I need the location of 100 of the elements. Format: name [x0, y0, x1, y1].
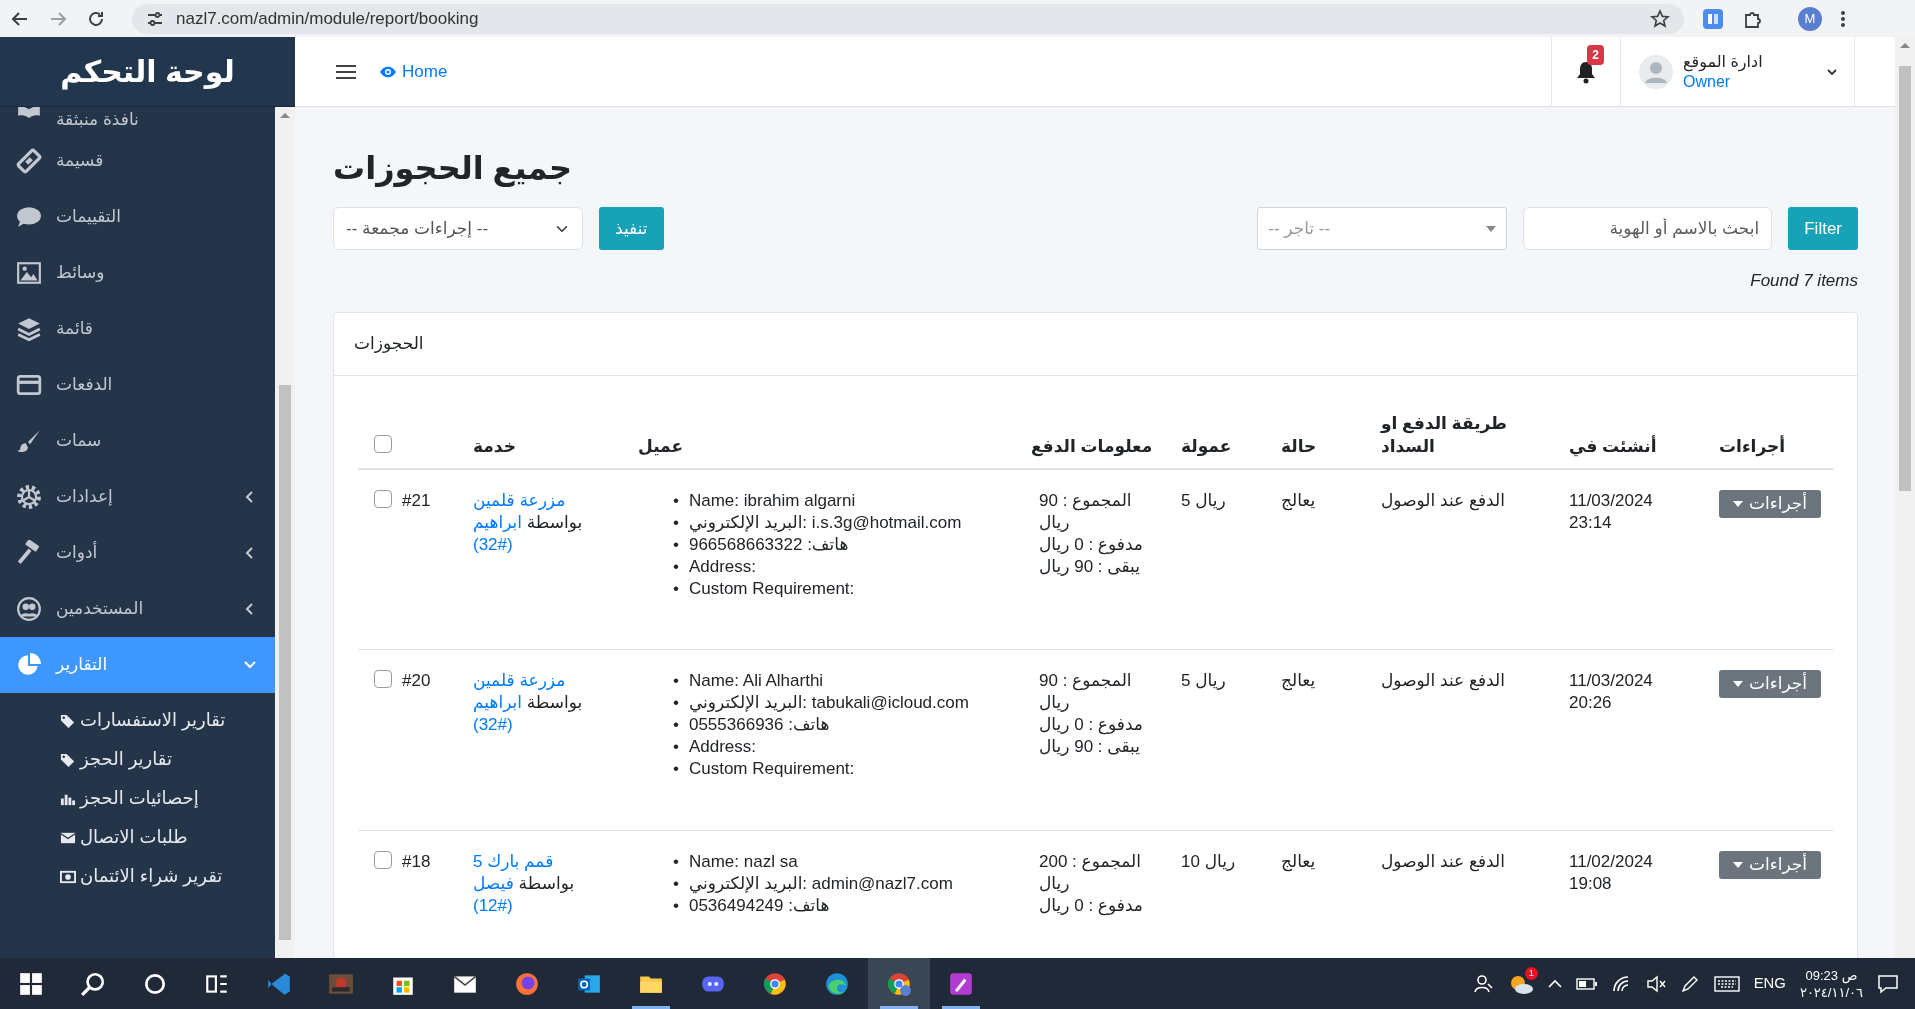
bullet: •: [673, 533, 679, 556]
bullet: •: [673, 895, 679, 918]
speaker-muted-icon[interactable]: [1645, 974, 1666, 993]
column-header: عميل: [638, 436, 684, 456]
search-icon: [80, 970, 106, 997]
profile-avatar[interactable]: M: [1798, 6, 1822, 31]
sidebar-title: لوحة التحكم: [0, 37, 295, 107]
vendor-id-link[interactable]: (12#): [473, 896, 513, 916]
payment-method-text: الدفع عند الوصول: [1381, 852, 1505, 872]
column-header: أجراءات: [1719, 436, 1786, 456]
column-header: خدمة: [473, 436, 516, 456]
status-text: يعالج: [1281, 852, 1316, 872]
credit-card-icon: [16, 372, 42, 398]
home-link[interactable]: Home: [379, 58, 448, 85]
sidebar-item[interactable]: أدوات: [0, 525, 275, 581]
payment-line: مدفوع : 0 ريال: [1039, 714, 1144, 737]
sidebar-subitem[interactable]: طلبات الاتصال: [0, 818, 275, 857]
customer-detail: Address:: [688, 736, 757, 759]
user-name: ادارة الموقع: [1683, 51, 1764, 72]
people-icon[interactable]: [1473, 973, 1494, 994]
column-header: أنشئت في: [1569, 436, 1657, 456]
sidebar-item[interactable]: المستخدمين: [0, 581, 275, 637]
caret-icon: [1733, 862, 1743, 869]
speech-bubble-icon: [16, 204, 42, 230]
date-text: 11/03/2024: [1569, 670, 1653, 693]
service-link[interactable]: مزرعة قلمين: [473, 490, 566, 510]
vendor-id-link[interactable]: (32#): [473, 534, 513, 554]
sidebar-subitem[interactable]: إحصائيات الحجز: [0, 779, 275, 818]
extension-icon[interactable]: [1702, 7, 1724, 30]
chevron-up-icon[interactable]: [1547, 978, 1562, 989]
sidebar-subitem[interactable]: تقرير شراء الائتمان: [0, 857, 275, 896]
book-icon: [16, 107, 42, 119]
battery-icon[interactable]: [1575, 977, 1598, 990]
money-bill-icon: [60, 868, 76, 885]
clock[interactable]: 09:23 ص ٢٠٢٤/١١/٠٦: [1799, 966, 1863, 1001]
commission-text: ريال 5: [1181, 490, 1226, 510]
language-indicator[interactable]: ENG: [1753, 972, 1786, 995]
sidebar-subitem[interactable]: تقارير الحجز: [0, 740, 275, 779]
vendor-line: بواسطة ابراهيم: [473, 511, 583, 534]
customer-detail: البريد الإلكتروني: i.s.3g@hotmail.com: [688, 511, 962, 534]
row-checkbox[interactable]: [374, 670, 392, 689]
column-header: حالة: [1281, 436, 1317, 456]
bullet: •: [673, 873, 679, 896]
payment-method-text: الدفع عند الوصول: [1381, 490, 1505, 510]
address-bar[interactable]: nazl7.com/admin/module/report/booking: [132, 3, 1684, 34]
actions-button[interactable]: أجراءات: [1719, 670, 1822, 699]
booking-id: #20: [402, 671, 431, 691]
sidebar-item[interactable]: إعدادات: [0, 469, 275, 525]
windows-icon: [18, 970, 44, 997]
notification-icon[interactable]: [1877, 973, 1899, 994]
bullet: •: [673, 714, 679, 737]
page-title: جميع الحجوزات: [333, 149, 574, 188]
bell-icon[interactable]: [1575, 59, 1597, 84]
bullet: •: [673, 736, 679, 759]
actions-button[interactable]: أجراءات: [1719, 489, 1822, 518]
scrollbar[interactable]: [1895, 37, 1915, 958]
payment-line: يبقى : 90 ريال: [1039, 736, 1141, 759]
row-checkbox[interactable]: [374, 851, 392, 870]
vendor-link[interactable]: ابراهيم: [473, 693, 522, 713]
payment-method-text: الدفع عند الوصول: [1381, 671, 1505, 691]
vendor-id-link[interactable]: (32#): [473, 715, 513, 735]
vendor-link[interactable]: فيصل: [473, 874, 514, 894]
sidebar-item[interactable]: نافذة منبثقة: [0, 107, 275, 133]
actions-button[interactable]: أجراءات: [1719, 851, 1822, 880]
pen-icon[interactable]: [1679, 973, 1700, 994]
vendor-link[interactable]: ابراهيم: [473, 512, 522, 532]
scrollbar[interactable]: [275, 107, 295, 958]
browser-icon: [762, 970, 788, 997]
column-header: معلومات الدفع: [1031, 436, 1153, 456]
time-text: 19:08: [1569, 873, 1612, 896]
sidebar-item[interactable]: التقييمات: [0, 189, 275, 245]
bullet: •: [673, 489, 679, 512]
date-text: 11/02/2024: [1569, 851, 1653, 874]
sidebar-item[interactable]: وسائط: [0, 245, 275, 301]
code-editor-icon: [266, 970, 292, 997]
customer-detail: هاتف: 966568663322: [688, 533, 849, 556]
user-role: Owner: [1683, 72, 1732, 92]
bullet: •: [673, 577, 679, 600]
service-link[interactable]: مزرعة قلمين: [473, 671, 566, 691]
editor-icon: [948, 970, 974, 997]
sidebar-subitem[interactable]: تقارير الاستفسارات: [0, 701, 275, 740]
sidebar-item[interactable]: سمات: [0, 413, 275, 469]
menu-icon[interactable]: [335, 62, 357, 81]
star-icon[interactable]: [1650, 8, 1670, 29]
payment-line: المجموع : 90 ريال: [1039, 489, 1133, 534]
brush-icon: [16, 428, 42, 454]
status-text: يعالج: [1281, 490, 1316, 510]
service-link[interactable]: قمم بارك 5: [473, 852, 554, 872]
sidebar-item[interactable]: قائمة: [0, 301, 275, 357]
sidebar-item[interactable]: قسيمة: [0, 133, 275, 189]
select-all-checkbox[interactable]: [374, 434, 392, 453]
column-header: عمولة: [1181, 436, 1232, 456]
sidebar-item[interactable]: الدفعات: [0, 357, 275, 413]
row-checkbox[interactable]: [374, 489, 392, 508]
more-icon[interactable]: [1840, 8, 1846, 29]
site-settings-icon[interactable]: [146, 9, 164, 28]
notification-badge: 1: [1524, 966, 1538, 980]
bulk-action-select[interactable]: -- إجراءات مجمعة --: [333, 207, 583, 251]
keyboard-icon[interactable]: [1713, 975, 1740, 992]
hammer-icon: [16, 540, 42, 566]
